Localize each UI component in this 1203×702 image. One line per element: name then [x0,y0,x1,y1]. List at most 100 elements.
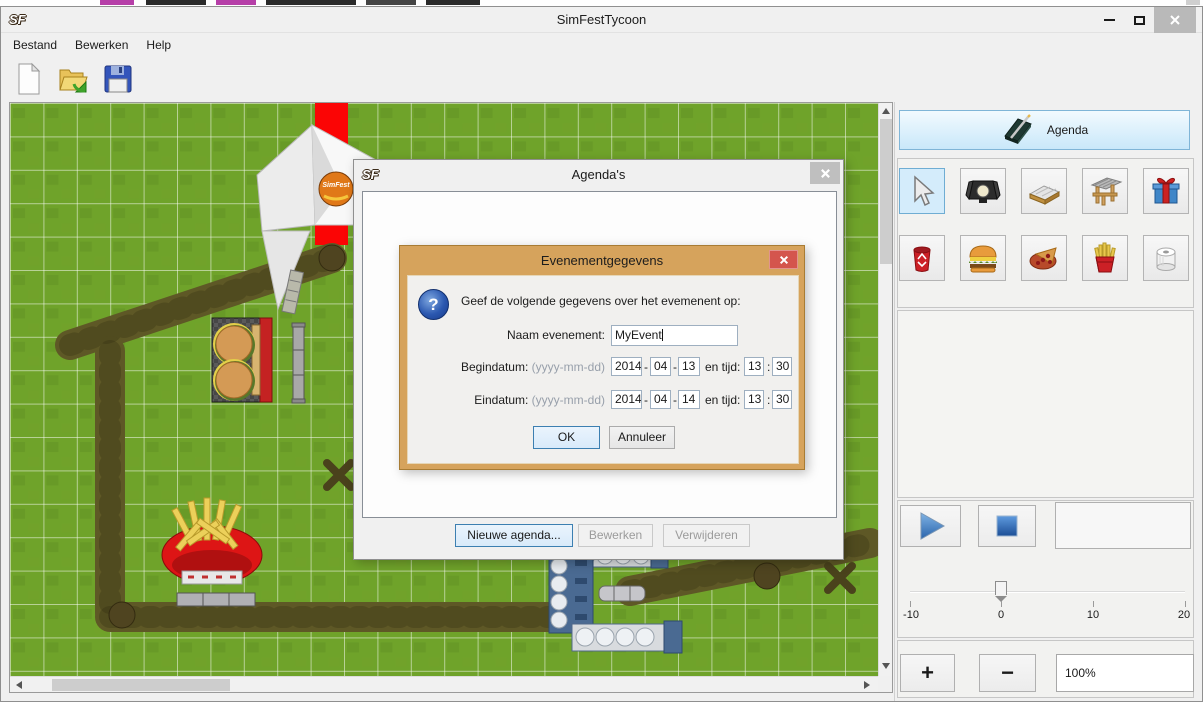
scroll-down-icon[interactable] [882,663,890,669]
strip-mark [146,0,206,5]
window-titlebar[interactable]: SF SimFestTycoon [1,7,1202,33]
pizza-tool-button[interactable] [1021,235,1067,281]
right-panel: Agenda [894,102,1200,701]
event-dialog-content: ? Geef de volgende gegevens over het eve… [407,275,799,464]
window-title: SimFestTycoon [1,7,1202,33]
agendas-dialog-title: Agenda's [354,160,843,190]
end-hour-field[interactable]: 13 [744,390,764,409]
dash-separator: - [644,360,648,374]
vertical-scroll-thumb[interactable] [880,119,892,264]
speed-slider-track[interactable] [910,591,1185,593]
begin-day-field[interactable]: 13 [678,357,700,376]
menu-bewerken[interactable]: Bewerken [75,38,128,52]
end-day-field[interactable]: 14 [678,390,700,409]
speed-slider-thumb[interactable] [995,581,1007,595]
trash-tool-button[interactable] [899,235,945,281]
agenda-book-icon [1001,114,1035,146]
menu-help[interactable]: Help [146,38,171,52]
colon-separator: : [767,393,770,407]
select-tool-button[interactable] [899,168,945,214]
trashcan-icon [904,240,940,276]
end-minute-field[interactable]: 30 [772,390,792,409]
minus-icon: − [1001,660,1014,686]
stage-tool-button[interactable] [1082,168,1128,214]
minimize-button[interactable] [1094,7,1124,33]
play-button[interactable] [900,505,961,547]
end-year-field[interactable]: 2014 [611,390,642,409]
menu-bestand[interactable]: Bestand [13,38,57,52]
platform-tool-button[interactable] [1021,168,1067,214]
begin-hour-field[interactable]: 13 [744,357,764,376]
scroll-up-icon[interactable] [882,108,890,114]
app-window: SF SimFestTycoon Bestand Bewerken Help [0,6,1203,702]
name-label: Naam evenement: [408,328,605,342]
agenda-button[interactable]: Agenda [899,110,1190,150]
begin-minute-field[interactable]: 30 [772,357,792,376]
toilet-paper-tool-button[interactable] [1143,235,1189,281]
stop-button[interactable] [978,505,1036,547]
agendas-dialog-close-button[interactable] [810,162,840,184]
scrollbar-corner [878,676,892,692]
zoom-out-button[interactable]: − [979,654,1036,692]
event-name-field[interactable]: MyEvent [611,325,738,346]
bench[interactable] [177,593,255,606]
delete-agenda-button[interactable]: Verwijderen [663,524,750,547]
edit-agenda-button[interactable]: Bewerken [578,524,653,547]
dash-separator: - [673,393,677,407]
burger-stand[interactable] [212,318,272,402]
maximize-button[interactable] [1124,7,1154,33]
toilet-roll-icon [1148,240,1184,276]
scroll-left-icon[interactable] [16,681,22,689]
toolbar [1,56,1202,102]
end-month-field[interactable]: 04 [650,390,671,409]
agendas-dialog-titlebar[interactable]: SF Agenda's [354,160,843,190]
spotlight-icon [965,173,1001,209]
gift-icon [1148,173,1184,209]
fries-tool-button[interactable] [1082,235,1128,281]
event-dialog-titlebar[interactable]: Evenementgegevens [400,246,804,275]
save-file-button[interactable] [99,60,135,98]
horizontal-scroll-thumb[interactable] [52,679,230,691]
dash-separator: - [673,360,677,374]
vertical-scrollbar[interactable] [878,103,892,676]
tent-logo-text: SimFest [322,182,350,189]
cancel-button[interactable]: Annuleer [609,426,675,449]
slider-label-zero: 0 [998,609,1004,621]
strip-mark [100,0,134,5]
zoom-level-field[interactable]: 100% [1056,654,1194,692]
zoom-in-button[interactable]: + [900,654,955,692]
stage-icon [1087,173,1123,209]
horizontal-scrollbar[interactable] [10,676,878,692]
fries-icon [1087,240,1123,276]
open-file-button[interactable] [55,60,91,98]
slider-tick [1093,601,1094,607]
begin-year-field[interactable]: 2014 [611,357,642,376]
strip-mark [1186,0,1200,5]
gift-tool-button[interactable] [1143,168,1189,214]
stop-icon [993,512,1021,540]
plus-icon: + [921,660,934,686]
begin-month-field[interactable]: 04 [650,357,671,376]
event-dialog: Evenementgegevens ? Geef de volgende geg… [399,245,805,470]
text-caret [662,329,663,341]
playback-status-box [1055,502,1191,549]
strip-mark [366,0,416,5]
event-instruction: Geef de volgende gegevens over het eveme… [461,294,741,308]
event-dialog-close-button[interactable] [769,250,798,269]
burger-icon [965,240,1001,276]
scroll-right-icon[interactable] [864,681,870,689]
close-icon [779,255,789,265]
burger-tool-button[interactable] [960,235,1006,281]
close-icon [820,168,831,179]
bench[interactable] [599,586,645,601]
new-agenda-button[interactable]: Nieuwe agenda... [455,524,573,547]
new-file-icon [13,62,45,96]
slider-label-min: -10 [903,609,919,621]
new-file-button[interactable] [11,60,47,98]
close-button[interactable] [1154,7,1196,33]
spotlight-tool-button[interactable] [960,168,1006,214]
ok-button[interactable]: OK [533,426,600,449]
begin-label-text: Begindatum: [461,360,528,374]
help-icon: ? [418,289,449,320]
bench[interactable] [292,323,305,403]
